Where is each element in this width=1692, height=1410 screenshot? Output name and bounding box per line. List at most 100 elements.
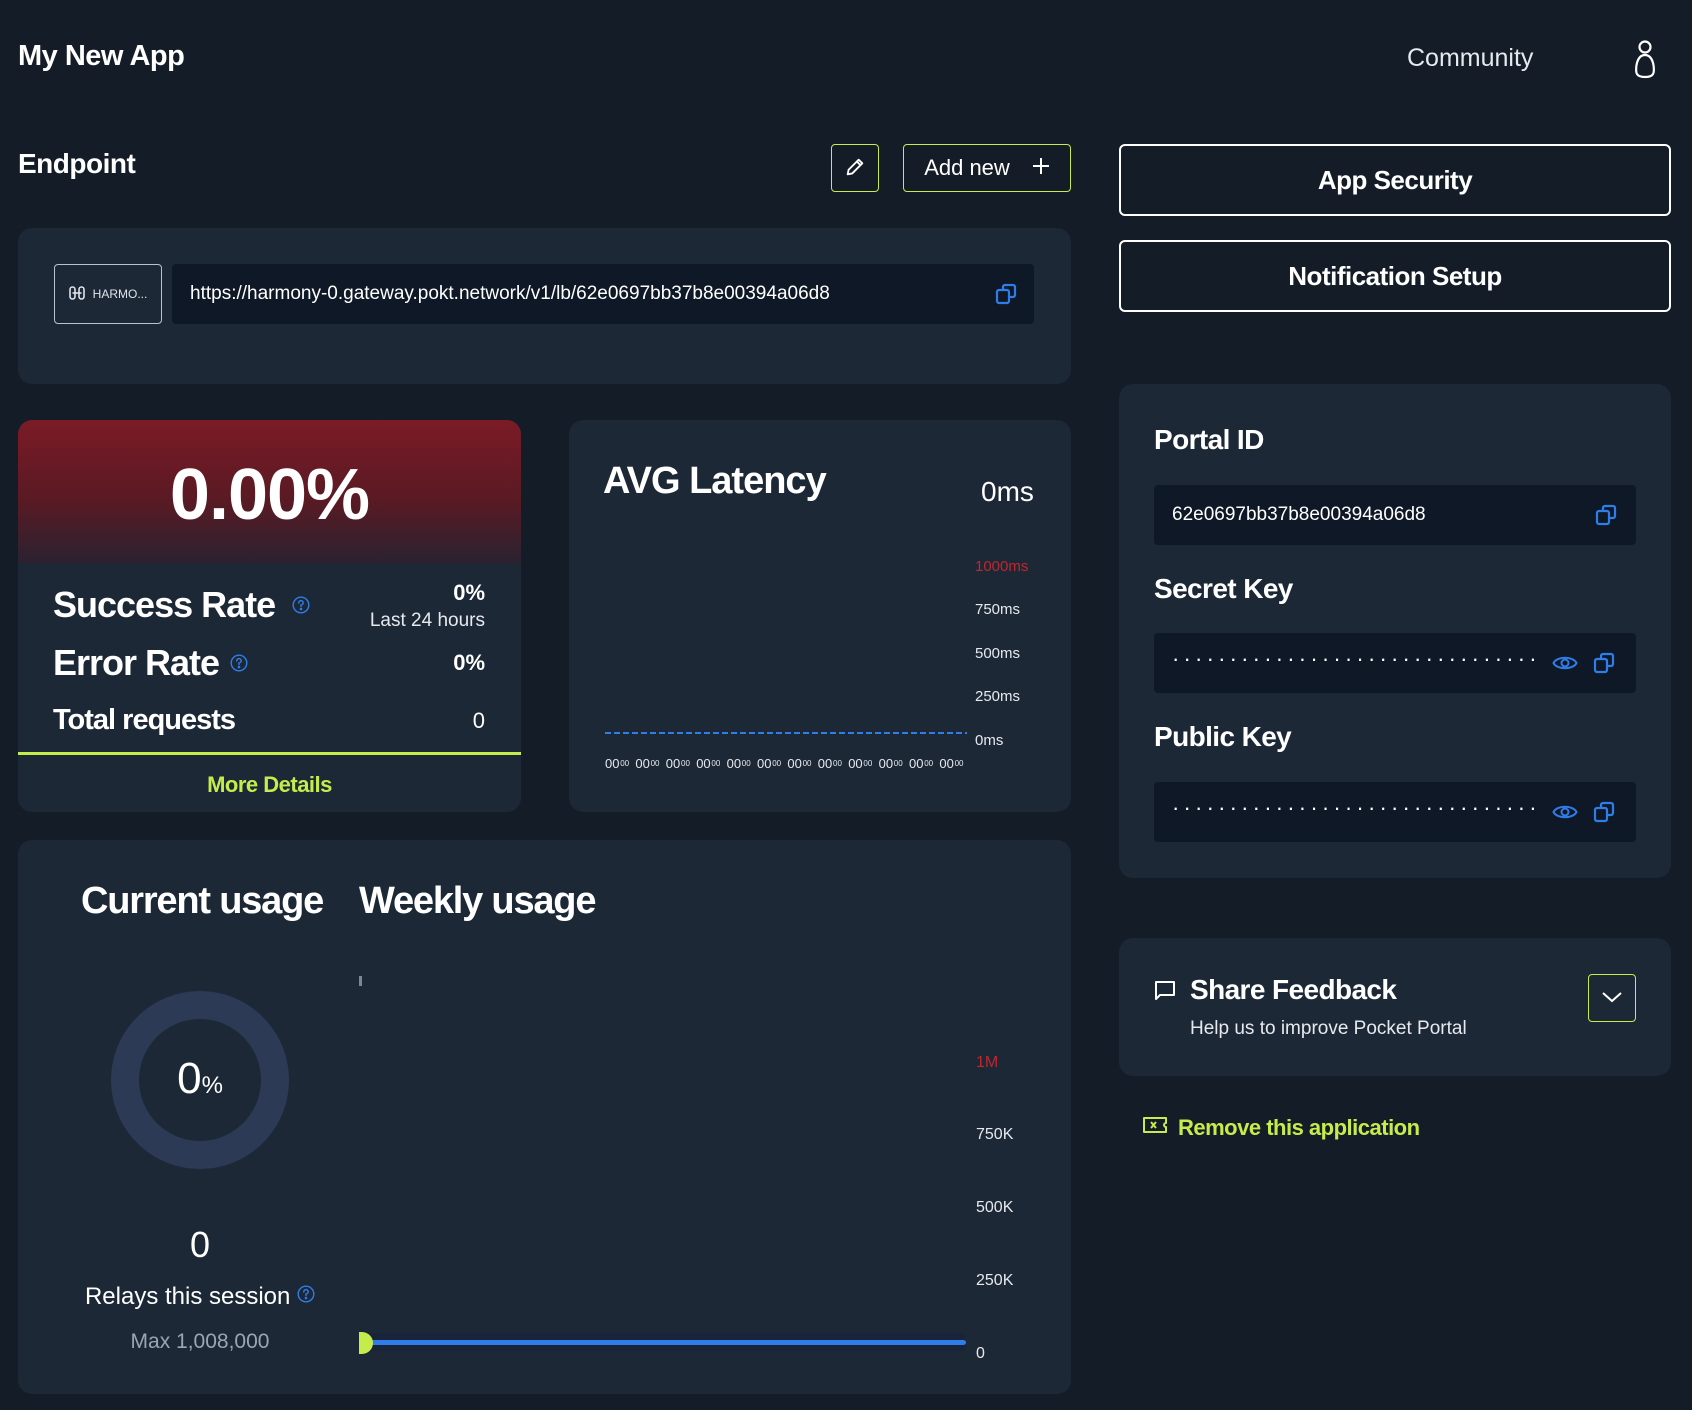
latency-x-tick: 00 <box>939 756 954 771</box>
feedback-subtitle: Help us to improve Pocket Portal <box>1190 1018 1467 1039</box>
question-icon[interactable] <box>292 596 310 614</box>
relays-count: 0 <box>189 1224 211 1265</box>
app-root: My New App Community Endpoint Add new HA… <box>0 0 1692 1410</box>
latency-x-tick: 00 <box>787 756 802 771</box>
public-key-field[interactable]: ································ <box>1154 782 1636 842</box>
latency-y-label: 250ms <box>975 688 1021 705</box>
latency-x-tick: 00 <box>878 756 894 771</box>
user-icon[interactable] <box>1628 38 1662 80</box>
notification-setup-button[interactable]: Notification Setup <box>1119 240 1671 312</box>
donut-label: 0% <box>110 1054 290 1104</box>
endpoint-url-field[interactable]: https://harmony-0.gateway.pokt.network/v… <box>172 264 1034 324</box>
error-rate-value: 0% <box>453 650 485 675</box>
latency-card: AVG Latency 0ms 1000ms 750ms 500ms 250ms… <box>569 420 1071 812</box>
public-key-title: Public Key <box>1154 721 1292 752</box>
copy-icon[interactable] <box>1592 651 1616 675</box>
add-new-button[interactable]: Add new <box>903 144 1071 192</box>
latency-x-tick: 00 <box>757 756 772 771</box>
community-link[interactable]: Community <box>1407 44 1533 73</box>
usage-card: Current usage Weekly usage 0% 0 Relays t… <box>18 840 1071 1394</box>
success-rate-label: Success Rate <box>53 584 276 625</box>
latency-title: AVG Latency <box>603 460 827 502</box>
success-percent: 0.00% <box>169 455 370 535</box>
portal-id-field[interactable]: 62e0697bb37b8e00394a06d8 <box>1154 485 1636 545</box>
keys-card: Portal ID 62e0697bb37b8e00394a06d8 Secre… <box>1119 384 1671 878</box>
eye-icon[interactable] <box>1552 800 1578 829</box>
chevron-down-icon <box>1601 990 1623 1007</box>
weekly-usage-title: Weekly usage <box>359 880 596 922</box>
ticket-icon <box>1142 1115 1168 1141</box>
weekly-y-label: 0 <box>976 1345 985 1362</box>
portal-id-title: Portal ID <box>1154 424 1264 455</box>
usage-donut: 0% <box>110 990 290 1170</box>
question-icon[interactable] <box>297 1282 315 1303</box>
total-requests-label: Total requests <box>53 704 236 736</box>
feedback-card: Share Feedback Help us to improve Pocket… <box>1119 938 1671 1076</box>
pencil-icon <box>844 156 866 181</box>
error-rate-label: Error Rate <box>53 642 220 683</box>
divider <box>18 752 521 755</box>
latency-y-label: 0ms <box>975 732 1004 749</box>
public-key-masked: ································ <box>1172 795 1541 820</box>
latency-x-tick: 00 <box>863 759 873 768</box>
latency-y-label: 1000ms <box>975 558 1029 575</box>
relays-label-row: Relays this session <box>18 1282 382 1311</box>
latency-x-ticks: 00 00 00 00 00 00 00 00 00 00 00 00 00 00 00 00 00 00 00 00… <box>605 756 973 772</box>
latency-x-tick: 00 <box>741 759 751 768</box>
app-security-button[interactable]: App Security <box>1119 144 1671 216</box>
latency-x-tick: 00 <box>620 759 630 768</box>
copy-icon[interactable] <box>1592 800 1616 824</box>
secret-key-title: Secret Key <box>1154 573 1293 604</box>
question-icon[interactable] <box>230 654 248 672</box>
latency-x-tick: 00 <box>665 756 681 771</box>
feedback-expand-button[interactable] <box>1588 974 1636 1022</box>
donut-unit: % <box>201 1072 223 1099</box>
max-relays-label: Max 1,008,000 <box>130 1330 270 1353</box>
more-details-link[interactable]: More Details <box>18 772 521 798</box>
copy-icon[interactable] <box>1594 503 1618 527</box>
latency-x-tick: 00 <box>726 756 742 771</box>
latency-x-tick: 00 <box>954 759 964 768</box>
latency-x-tick: 00 <box>817 756 833 771</box>
feedback-title: Share Feedback <box>1190 974 1397 1005</box>
chat-icon <box>1154 980 1176 1007</box>
usage-progress-track <box>366 1333 966 1351</box>
latency-y-label: 500ms <box>975 645 1021 662</box>
portal-id-value: 62e0697bb37b8e00394a06d8 <box>1172 504 1426 525</box>
edit-endpoint-button[interactable] <box>831 144 879 192</box>
current-usage-title: Current usage <box>81 880 324 922</box>
latency-y-label: 750ms <box>975 601 1021 618</box>
total-requests-value: 0 <box>472 708 485 733</box>
latency-x-tick: 00 <box>772 759 782 768</box>
weekly-y-label: 250K <box>976 1272 1014 1289</box>
latency-x-tick: 00 <box>924 759 934 768</box>
remove-application-label: Remove this application <box>1178 1115 1420 1140</box>
eye-icon[interactable] <box>1552 651 1578 680</box>
weekly-y-label: 500K <box>976 1199 1014 1216</box>
latency-x-tick: 00 <box>909 756 924 771</box>
success-rate-card: 0.00% Success Rate 0% Last 24 hours Erro… <box>18 420 521 812</box>
relays-label: Relays this session <box>84 1283 291 1310</box>
latency-x-tick: 00 <box>681 759 690 768</box>
plus-icon <box>1032 155 1050 181</box>
success-rate-value: 0% <box>453 580 485 605</box>
secret-key-masked: ································ <box>1172 646 1541 671</box>
latency-x-tick: 00 <box>635 756 650 771</box>
latency-x-tick: 00 <box>711 759 721 768</box>
app-title: My New App <box>18 40 185 72</box>
latency-x-tick: 00 <box>802 759 812 768</box>
secret-key-field[interactable]: ································ <box>1154 633 1636 693</box>
endpoint-url: https://harmony-0.gateway.pokt.network/v… <box>190 283 830 304</box>
remove-application-link[interactable]: Remove this application <box>1142 1115 1420 1141</box>
chain-selector[interactable]: HARMO... <box>54 264 162 324</box>
donut-value: 0 <box>177 1054 202 1103</box>
chain-icon <box>68 285 85 303</box>
latency-x-tick: 00 <box>893 759 903 768</box>
latency-x-tick: 00 <box>605 756 620 771</box>
add-new-label: Add new <box>924 155 1010 180</box>
weekly-chart-marker <box>359 976 362 986</box>
copy-icon[interactable] <box>994 282 1018 306</box>
latency-x-tick: 00 <box>833 759 842 768</box>
weekly-y-label: 1M <box>976 1054 999 1071</box>
endpoint-card: HARMO... https://harmony-0.gateway.pokt.… <box>18 228 1071 384</box>
